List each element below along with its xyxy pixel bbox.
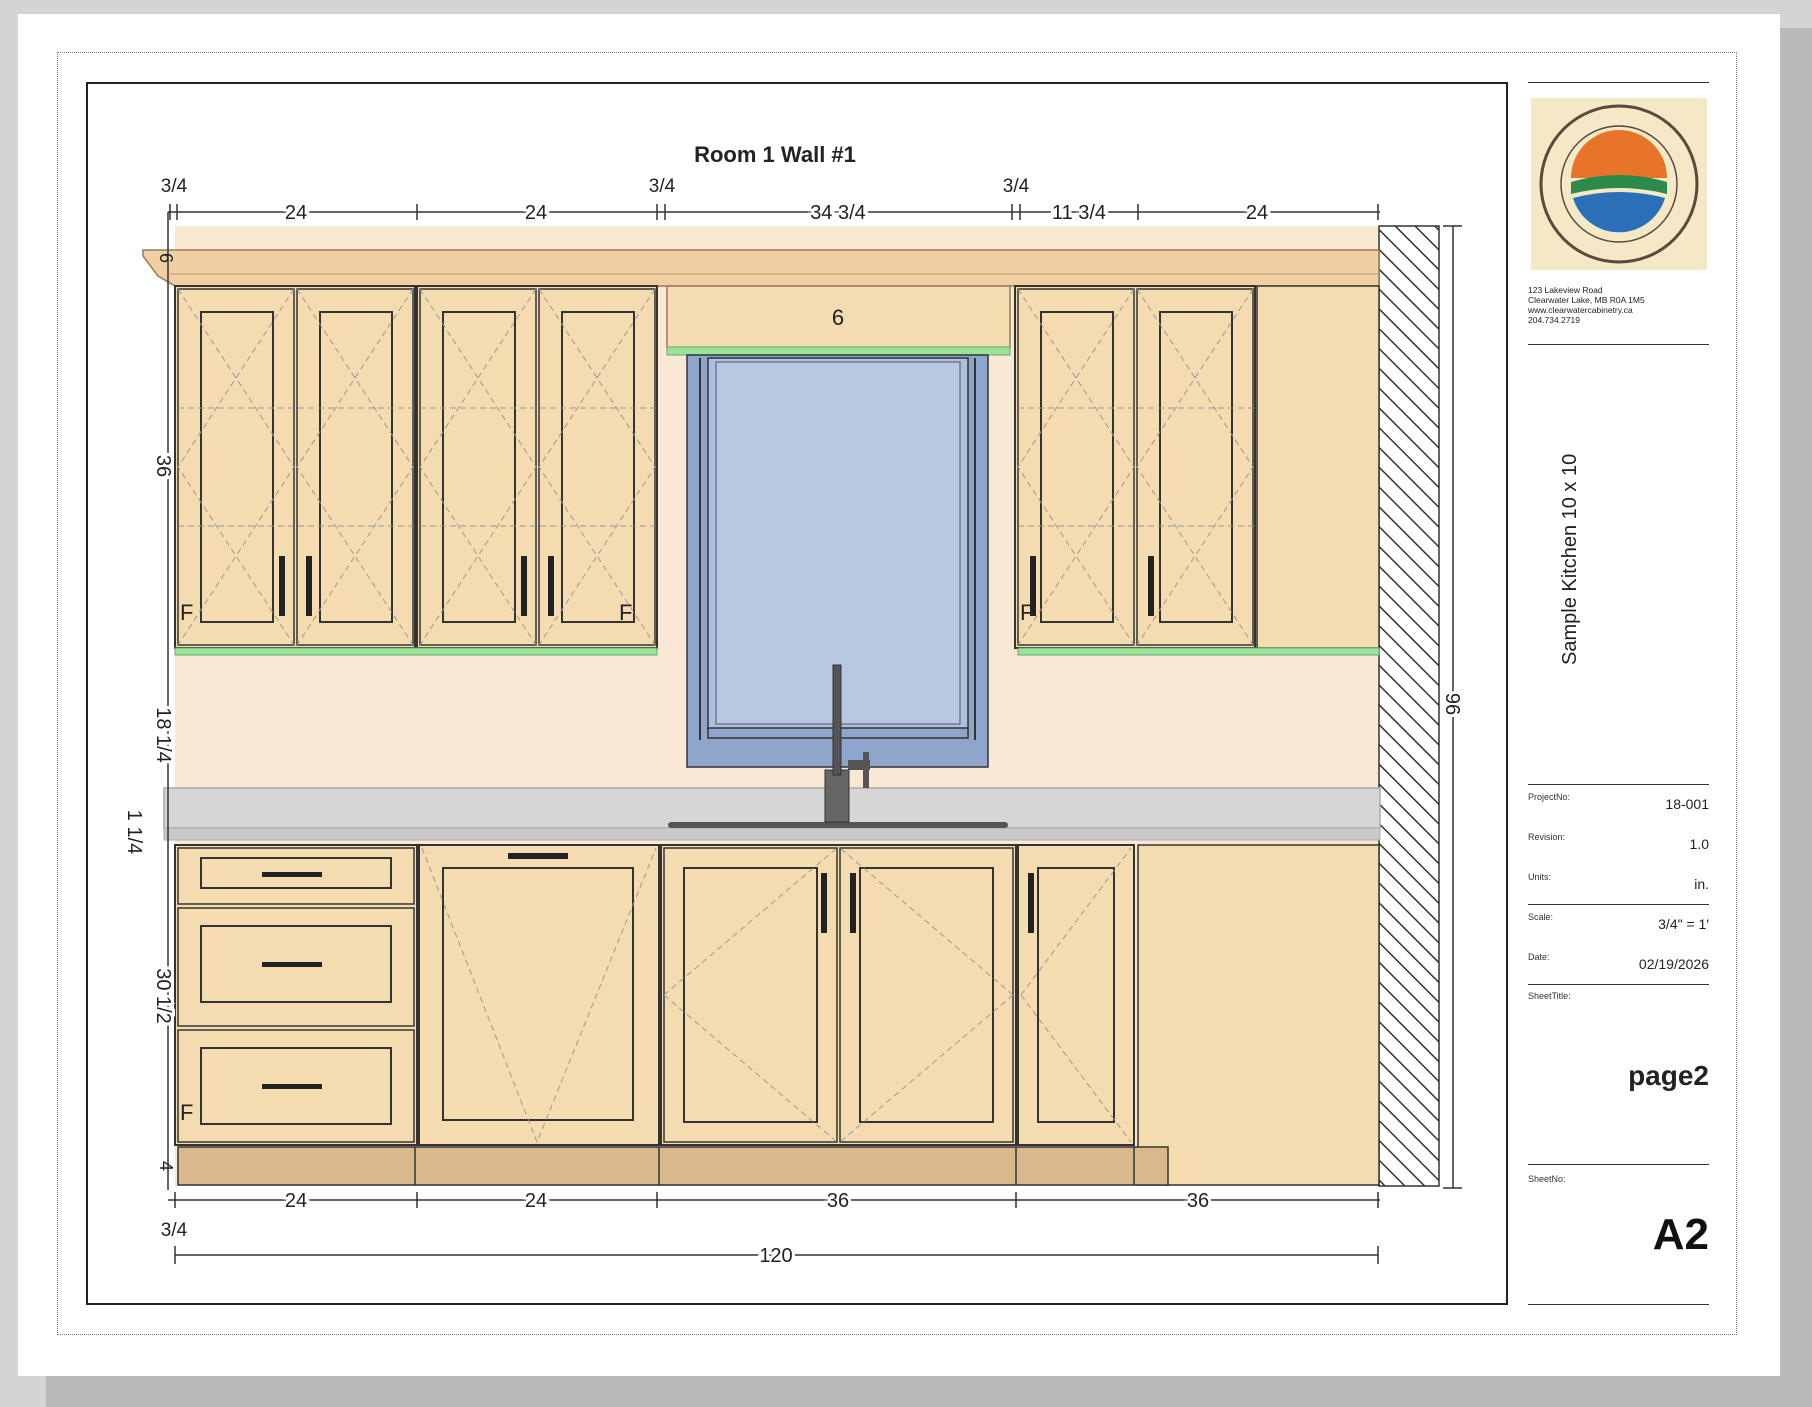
project-number: 18-001 [1665,796,1709,812]
revision-value: 1.0 [1689,836,1709,852]
top-dimension-label: 24 [1246,202,1268,224]
base-cabinet-drawers [174,844,418,1146]
title-block: 123 Lakeview Road Clearwater Lake, MB R0… [1528,82,1709,1307]
valance-led-strip [666,346,1011,356]
right-dimension-label: 96 [1441,693,1463,715]
bottom-dimension-label: 36 [827,1190,849,1212]
sheet-title: page2 [1628,1060,1709,1091]
title-block-rule [1528,1164,1709,1165]
left-dimension-label: 30 1/2 [152,968,174,1024]
finish-marker: F [1020,600,1033,625]
clearwater-logo-icon [1539,104,1699,264]
field-label: Revision: [1528,832,1566,842]
overall-dimension-label: 120 [759,1245,792,1267]
finish-marker: F [619,600,632,625]
valance-label: 6 [832,305,844,330]
company-logo [1531,98,1707,270]
top-dimension-label: 34 3/4 [810,202,866,224]
countertop-edge [163,827,1381,841]
title-block-rule [1528,82,1709,83]
date-value: 02/19/2026 [1638,956,1709,972]
scale-value: 3/4" = 1' [1658,916,1709,932]
left-dimension-label: 18 1/4 [152,707,174,763]
top-dimension-label: 3/4 [161,176,188,197]
bottom-dimension-label: 36 [1187,1190,1209,1212]
top-dimension-label: 3/4 [649,176,676,197]
left-dimension-label: 36 [152,455,174,477]
upper-cabinet-right-end-panel [1256,285,1380,649]
bottom-dimension-label: 24 [525,1190,547,1212]
field-label: Date: [1528,952,1550,962]
address-line: 204.734.2719 [1528,315,1580,325]
toe-kick [177,1146,1169,1186]
field-label: Scale: [1528,912,1554,922]
bottom-offset-label: 3/4 [161,1220,188,1241]
field-label: ProjectNo: [1528,792,1571,802]
address-line: Clearwater Lake, MB R0A 1M5 [1528,295,1645,305]
sheet-no-label: SheetNo: [1528,1174,1566,1184]
elevation-title: Room 1 Wall #1 [694,142,856,167]
top-dimension-label: 11 3/4 [1052,202,1106,224]
crown-molding [142,249,1380,287]
base-cabinet-narrow [1017,844,1135,1146]
company-address: 123 Lakeview Road Clearwater Lake, MB R0… [1528,285,1645,325]
upper-led-strip-right [1017,647,1380,656]
sheet-title-label: SheetTitle: [1528,991,1571,1001]
address-line: www.clearwatercabinetry.ca [1528,305,1633,315]
address-line: 123 Lakeview Road [1528,285,1603,295]
finish-marker: F [180,600,193,625]
sheet-number: A2 [1652,1210,1709,1259]
top-dimension-label: 24 [525,202,547,224]
side-wall-hatch [1378,225,1440,1187]
title-block-rule [1528,1304,1709,1305]
title-block-rule [1528,984,1709,985]
title-block-rule [1528,904,1709,905]
left-dimension-label: 1 1/4 [123,810,145,854]
project-title: Sample Kitchen 10 x 10 [1559,453,1581,665]
base-cabinet-sink [660,844,1017,1146]
base-corner-end-panel [1137,844,1380,1186]
top-dimension-line [168,204,1380,220]
upper-cabinet-left-1 [174,285,416,649]
units-value: in. [1694,876,1709,892]
field-label: Units: [1528,872,1552,882]
title-block-rule [1528,784,1709,785]
base-cabinet-dishwasher [418,844,660,1146]
upper-cabinet-left-2 [416,285,658,649]
upper-led-strip-left [174,647,658,656]
finish-marker: F [180,1100,193,1125]
top-dimension-label: 3/4 [1003,176,1030,197]
title-block-rule [1528,344,1709,345]
left-dimension-label: 4 [156,1161,176,1171]
left-dimension-label: 6 [156,253,176,263]
top-dimension-label: 24 [285,202,307,224]
bottom-dimension-label: 24 [285,1190,307,1212]
